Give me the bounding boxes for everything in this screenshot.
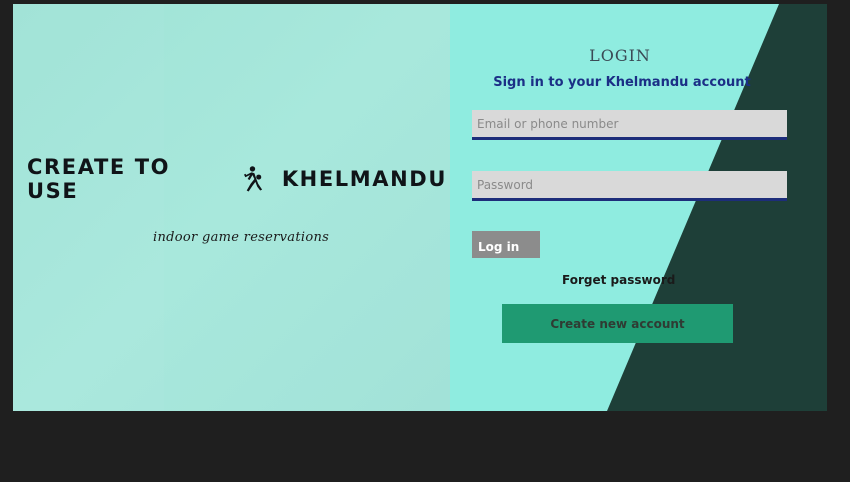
create-account-button[interactable]: Create new account [502, 304, 733, 343]
basketball-player-icon [243, 166, 262, 192]
tagline: indoor game reservations [153, 230, 330, 245]
brand-left-text: CREATE TO USE [27, 155, 171, 203]
login-subtitle: Sign in to your Khelmandu account [493, 75, 751, 90]
email-input[interactable] [472, 110, 787, 140]
brand-heading: CREATE TO USE KHELMANDU [27, 155, 447, 203]
brand-panel: CREATE TO USE KHELMANDU indoor game rese… [13, 4, 450, 411]
login-button[interactable]: Log in [472, 231, 540, 258]
login-title: LOGIN [589, 46, 651, 65]
forget-password-link[interactable]: Forget password [562, 273, 675, 287]
login-window: CREATE TO USE KHELMANDU indoor game rese… [13, 4, 827, 411]
login-panel: LOGIN Sign in to your Khelmandu account … [450, 4, 827, 411]
brand-right-text: KHELMANDU [281, 167, 447, 191]
password-input[interactable] [472, 171, 787, 201]
dark-wedge [607, 4, 827, 411]
panel-strip [13, 4, 164, 411]
